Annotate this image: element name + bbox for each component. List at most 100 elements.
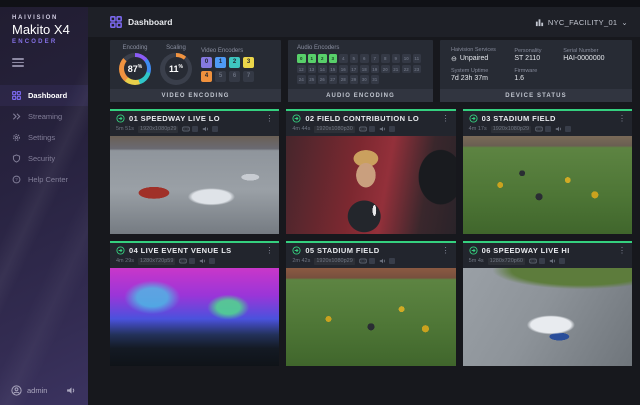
audio-encoder-grid: 0123456789101112131415161718192021222324… [297, 54, 421, 84]
audio-encoder-chip[interactable]: 7 [371, 54, 380, 63]
svg-text:?: ? [15, 177, 18, 183]
video-encoder-chip[interactable]: 6 [229, 71, 240, 82]
audio-encoder-chip[interactable]: 23 [413, 65, 422, 74]
sidebar-item-label: Dashboard [28, 91, 67, 100]
sidebar-item-label: Settings [28, 133, 55, 142]
audio-encoder-chip[interactable]: 21 [392, 65, 401, 74]
audio-encoder-chip[interactable]: 9 [392, 54, 401, 63]
audio-encoder-chip[interactable]: 24 [297, 75, 306, 84]
audio-encoder-chip[interactable]: 4 [339, 54, 348, 63]
kebab-menu-icon[interactable]: ⋮ [442, 247, 450, 255]
stream-duration: 5m 4s [469, 258, 484, 264]
encoding-gauge: Encoding 87% [119, 45, 151, 85]
stream-tile[interactable]: 01 SPEEDWAY LIVE LO ⋮ 5m 51s 1920x1080p2… [110, 109, 279, 234]
audio-encoder-chip[interactable]: 16 [339, 65, 348, 74]
scaling-gauge: Scaling 11% [160, 45, 192, 85]
audio-encoder-chip[interactable]: 20 [381, 65, 390, 74]
audio-encoder-chip[interactable]: 2 [318, 54, 327, 63]
audio-encoder-chip[interactable]: 22 [402, 65, 411, 74]
audio-encoder-chip[interactable]: 0 [297, 54, 306, 63]
video-encoder-chip[interactable]: 1 [215, 57, 226, 68]
stream-tile[interactable]: 02 FIELD CONTRIBUTION LO ⋮ 4m 44s 1920x1… [286, 109, 455, 234]
audio-encoder-chip[interactable]: 28 [339, 75, 348, 84]
kebab-menu-icon[interactable]: ⋮ [618, 247, 626, 255]
help-icon: ? [12, 175, 21, 184]
audio-count-badge [565, 126, 571, 132]
audio-encoder-chip[interactable]: 3 [329, 54, 338, 63]
audio-encoder-chip[interactable]: 18 [360, 65, 369, 74]
stream-tile[interactable]: 04 LIVE EVENT VENUE LS ⋮ 4m 29s 1280x720… [110, 241, 279, 366]
video-encoder-chip[interactable]: 2 [229, 57, 240, 68]
video-encoder-chip[interactable]: 7 [243, 71, 254, 82]
audio-speaker-icon [549, 257, 557, 265]
audio-speaker-icon [555, 125, 563, 133]
stream-title: 01 SPEEDWAY LIVE LO [129, 114, 220, 123]
audio-encoder-chip[interactable]: 30 [360, 75, 369, 84]
audio-encoder-chip[interactable]: 13 [308, 65, 317, 74]
sidebar-item-label: Security [28, 154, 55, 163]
audio-speaker-icon [379, 125, 387, 133]
audio-encoder-chip[interactable]: 15 [329, 65, 338, 74]
audio-encoder-chip[interactable]: 1 [308, 54, 317, 63]
audio-encoder-chip[interactable]: 6 [360, 54, 369, 63]
panel-footer-video: VIDEO ENCODING [110, 89, 281, 102]
tile-thumbnail[interactable] [110, 268, 279, 366]
stream-tile[interactable]: 06 SPEEDWAY LIVE HI ⋮ 5m 4s 1280x720p60 [463, 241, 632, 366]
stream-title: 06 SPEEDWAY LIVE HI [482, 246, 570, 255]
field-serial-number: Serial Number HAI-0000000 [563, 48, 621, 63]
audio-encoder-chip[interactable]: 25 [308, 75, 317, 84]
kebab-menu-icon[interactable]: ⋮ [618, 115, 626, 123]
video-encoder-chip[interactable]: 5 [215, 71, 226, 82]
tile-thumbnail[interactable] [110, 136, 279, 234]
closed-caption-icon [529, 257, 537, 265]
video-encoder-chip[interactable]: 3 [243, 57, 254, 68]
stream-tile[interactable]: 05 STADIUM FIELD ⋮ 2m 42s 1920x1080p29 [286, 241, 455, 366]
audio-encoder-chip[interactable]: 11 [413, 54, 422, 63]
stream-tiles-grid: 01 SPEEDWAY LIVE LO ⋮ 5m 51s 1920x1080p2… [110, 109, 632, 366]
sidebar-item-security[interactable]: Security [0, 148, 88, 169]
kebab-menu-icon[interactable]: ⋮ [442, 115, 450, 123]
caption-count-badge [369, 126, 375, 132]
audio-encoder-chip[interactable]: 14 [318, 65, 327, 74]
stream-resolution: 1280x720p60 [488, 258, 525, 265]
sidebar-item-streaming[interactable]: Streaming [0, 106, 88, 127]
sidebar-footer: admin [0, 376, 88, 405]
stream-resolution: 1920x1080p30 [314, 126, 354, 133]
stream-tile[interactable]: 03 STADIUM FIELD ⋮ 4m 17s 1920x1080p29 [463, 109, 632, 234]
audio-encoder-chip[interactable]: 26 [318, 75, 327, 84]
tile-thumbnail[interactable] [463, 136, 632, 234]
audio-encoder-chip[interactable]: 29 [350, 75, 359, 84]
sidebar-item-settings[interactable]: Settings [0, 127, 88, 148]
audio-encoder-chip[interactable]: 5 [350, 54, 359, 63]
video-encoder-chip[interactable]: 0 [201, 57, 212, 68]
closed-caption-icon [179, 257, 187, 265]
audio-encoder-chip[interactable]: 17 [350, 65, 359, 74]
closed-caption-icon [359, 125, 367, 133]
sidebar-item-dashboard[interactable]: Dashboard [0, 85, 88, 106]
status-panels: Encoding 87% Scaling 11% Vid [110, 40, 632, 102]
audio-encoder-chip[interactable]: 12 [297, 65, 306, 74]
facility-selector[interactable]: NYC_FACILITY_01 ⌄ [535, 18, 628, 27]
audio-encoder-chip[interactable]: 27 [329, 75, 338, 84]
audio-encoder-chip[interactable]: 19 [371, 65, 380, 74]
tile-thumbnail[interactable] [286, 268, 455, 366]
tile-thumbnail[interactable] [286, 136, 455, 234]
gauge-label: Scaling [166, 45, 186, 51]
tile-thumbnail[interactable] [463, 268, 632, 366]
hamburger-menu-icon[interactable] [12, 58, 24, 69]
audio-encoder-chip[interactable]: 31 [371, 75, 380, 84]
product-name: Makito X4 [12, 22, 76, 37]
gauge-unit: % [179, 64, 183, 70]
field-haivision-services: Haivision Services ⊖Unpaired [451, 47, 506, 63]
audio-encoder-chip[interactable]: 10 [402, 54, 411, 63]
kebab-menu-icon[interactable]: ⋮ [265, 115, 273, 123]
closed-caption-icon [182, 125, 190, 133]
speaker-icon[interactable] [66, 385, 77, 396]
caption-count-badge [192, 126, 198, 132]
kebab-menu-icon[interactable]: ⋮ [265, 247, 273, 255]
streaming-icon [12, 112, 21, 121]
video-encoder-chip[interactable]: 4 [201, 71, 212, 82]
audio-encoder-chip[interactable]: 8 [381, 54, 390, 63]
panel-footer-device: DEVICE STATUS [440, 89, 632, 102]
sidebar-item-help-center[interactable]: ? Help Center [0, 169, 88, 190]
